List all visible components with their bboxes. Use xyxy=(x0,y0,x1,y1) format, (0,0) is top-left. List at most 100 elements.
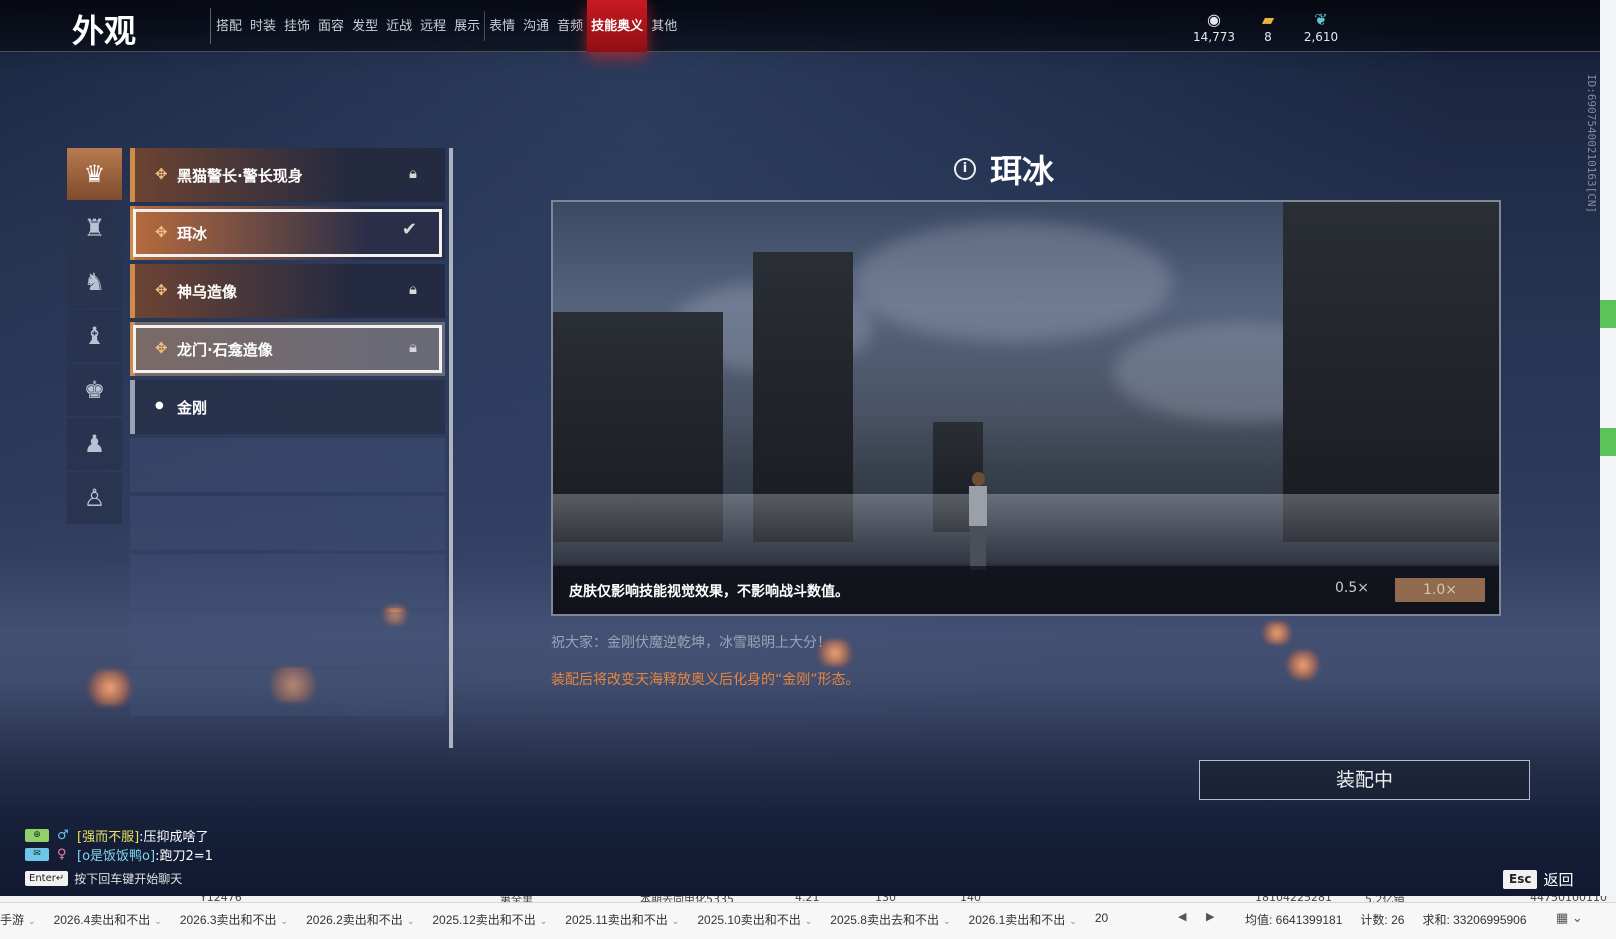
sheet-tab-label: 2025.10卖出和不出 xyxy=(697,913,801,927)
tab-yuancheng[interactable]: 远程 xyxy=(416,0,450,52)
rarity-gem-icon: ✥ xyxy=(155,339,168,357)
sheet-tab[interactable]: 2025.8卖出去和不出 ⌄ xyxy=(830,911,964,928)
chevron-down-icon: ⌄ xyxy=(671,916,680,926)
rarity-gem-icon: ✥ xyxy=(155,223,168,241)
category-character-1[interactable]: ♛ xyxy=(67,148,122,200)
skin-item[interactable]: ✥ 黑猫警长·警长现身 🔒︎ xyxy=(130,148,445,202)
sheet-tab[interactable]: 2025.10卖出和不出 ⌄ xyxy=(697,911,826,928)
lantern-glow xyxy=(1260,622,1294,644)
stat-sum: 求和: 33206995906 xyxy=(1422,913,1527,927)
title-divider xyxy=(210,8,211,44)
sheet-tab[interactable]: 手游 ⌄ xyxy=(0,911,50,928)
preview-snow-ground xyxy=(553,494,1499,564)
skin-item-hovered[interactable]: ✥ 龙门·石龛造像 🔒︎ xyxy=(130,322,445,376)
tab-mianrong[interactable]: 面容 xyxy=(314,0,348,52)
skin-name: 珥冰 xyxy=(177,225,208,243)
category-character-3[interactable]: ♞ xyxy=(67,256,122,308)
character-portrait-icon: ♞ xyxy=(83,268,106,296)
preview-cliff xyxy=(1283,202,1499,542)
tab-jinzhan[interactable]: 近战 xyxy=(382,0,416,52)
lantern-glow xyxy=(1285,650,1321,680)
tab-guashi[interactable]: 挂饰 xyxy=(280,0,314,52)
coin-stack-icon: ◉ xyxy=(1207,10,1221,29)
currency-tickets: ▰ 8 xyxy=(1238,10,1298,44)
chat-sender[interactable]: [强而不服] xyxy=(77,826,139,845)
tab-biaoqing[interactable]: 表情 xyxy=(485,0,519,52)
category-character-5[interactable]: ♚ xyxy=(67,364,122,416)
equip-button[interactable]: 装配中 xyxy=(1199,760,1530,800)
character-portrait-icon: ♝ xyxy=(83,322,106,350)
enter-key-icon: Enter↵ xyxy=(25,871,69,886)
preview-caption-bar: 皮肤仅影响技能视觉效果，不影响战斗数值。 0.5× 1.0× xyxy=(553,566,1499,614)
sheet-tab-label: 2025.8卖出去和不出 xyxy=(830,913,939,927)
sheet-tab[interactable]: 2026.2卖出和不出 ⌄ xyxy=(306,911,428,928)
tab-goutong[interactable]: 沟通 xyxy=(519,0,553,52)
skin-list-scrollbar[interactable] xyxy=(449,148,453,748)
currency-coins: ◉ 14,773 xyxy=(1184,10,1244,44)
back-button[interactable]: Esc 返回 xyxy=(1503,869,1573,890)
chevron-down-icon: ⌄ xyxy=(804,916,813,926)
skin-item[interactable]: ● 金刚 xyxy=(130,380,445,434)
sheet-tab-label: 2025.12卖出和不出 xyxy=(432,913,536,927)
sheet-tab-label: 2025.11卖出和不出 xyxy=(565,913,668,927)
sheet-tab[interactable]: 2025.12卖出和不出 ⌄ xyxy=(432,911,561,928)
sheet-tab[interactable]: 2026.3卖出和不出 ⌄ xyxy=(180,911,302,928)
build-id: ID:6907540021016​3[CN] xyxy=(1585,74,1598,214)
selection-stats: 均值: 6641399181 计数: 26 求和: 33206995906 xyxy=(1245,911,1545,928)
tab-qita[interactable]: 其他 xyxy=(647,0,681,52)
currency-coins-value: 14,773 xyxy=(1193,30,1235,44)
grid-view-icon[interactable]: ▦ ⌄ xyxy=(1556,910,1583,926)
skin-item-selected[interactable]: ✥ 珥冰 ✔ xyxy=(130,206,445,260)
chevron-left-icon[interactable]: ◀ xyxy=(1178,910,1186,923)
sheet-tab[interactable]: 20 xyxy=(1095,911,1122,928)
category-tabs: 搭配 时装 挂饰 面容 发型 近战 远程 展示 表情 沟通 音频 技能奥义 其他 xyxy=(212,0,681,52)
category-character-4[interactable]: ♝ xyxy=(67,310,122,362)
chevron-right-icon[interactable]: ▶ xyxy=(1206,910,1214,923)
tab-zhanshi[interactable]: 展示 xyxy=(450,0,484,52)
sheet-tab[interactable]: 2026.1卖出和不出 ⌄ xyxy=(969,911,1091,928)
character-legs xyxy=(970,526,986,570)
category-character-6[interactable]: ♟ xyxy=(67,418,122,470)
speed-half-button[interactable]: 0.5× xyxy=(1335,580,1369,596)
skin-item[interactable]: ✥ 神乌造像 🔒︎ xyxy=(130,264,445,318)
skin-name: 黑猫警长·警长现身 xyxy=(177,167,303,185)
character-body xyxy=(969,486,987,526)
stat-average: 均值: 6641399181 xyxy=(1245,913,1343,927)
chevron-down-icon: ⌄ xyxy=(280,916,289,926)
info-icon[interactable]: i xyxy=(954,158,976,180)
chat-panel: ⊕ ♂ [强而不服] :压抑成啥了 ✉ ♀ [o是饭饭鸭o] :跑刀2=1 En… xyxy=(25,826,213,887)
chevron-down-icon: ⌄ xyxy=(943,916,951,926)
lock-icon: 🔒︎ xyxy=(409,164,417,182)
tab-shizhuang[interactable]: 时装 xyxy=(246,0,280,52)
preview-caption-text: 皮肤仅影响技能视觉效果，不影响战斗数值。 xyxy=(569,584,849,600)
rarity-gem-icon: ✥ xyxy=(155,281,168,299)
feather-icon: ❦ xyxy=(1314,10,1328,29)
currency-tickets-value: 8 xyxy=(1264,30,1272,44)
tab-faxing[interactable]: 发型 xyxy=(348,0,382,52)
character-portrait-icon: ♙ xyxy=(83,484,106,512)
sheet-tab-label: 2026.2卖出和不出 xyxy=(306,913,403,927)
chat-input-hint[interactable]: Enter↵ 按下回车键开始聊天 xyxy=(25,870,213,887)
world-channel-icon: ⊕ xyxy=(25,829,49,842)
ticket-icon: ▰ xyxy=(1261,10,1275,29)
tab-skill-ultimate[interactable]: 技能奥义 xyxy=(587,0,648,52)
sheet-tab-label: 2026.1卖出和不出 xyxy=(968,913,1066,927)
tab-dapei[interactable]: 搭配 xyxy=(212,0,246,52)
external-window-edge-mark xyxy=(1600,300,1616,328)
speed-one-button[interactable]: 1.0× xyxy=(1395,578,1485,602)
empty-slot xyxy=(130,670,445,716)
back-label: 返回 xyxy=(1543,871,1574,889)
character-portrait-icon: ♛ xyxy=(83,160,106,188)
chat-message: ✉ ♀ [o是饭饭鸭o] :跑刀2=1 xyxy=(25,845,213,864)
chat-sender[interactable]: [o是饭饭鸭o] xyxy=(77,845,155,864)
category-character-7[interactable]: ♙ xyxy=(67,472,122,524)
stat-count: 计数: 26 xyxy=(1360,913,1405,927)
sheet-tab[interactable]: 2026.4卖出和不出 ⌄ xyxy=(54,911,176,928)
sheet-tab-label: 2026.4卖出和不出 xyxy=(53,913,151,927)
esc-key-icon: Esc xyxy=(1503,870,1538,889)
tab-yinpin[interactable]: 音频 xyxy=(553,0,587,52)
top-bar: 外观 搭配 时装 挂饰 面容 发型 近战 远程 展示 表情 沟通 音频 技能奥义… xyxy=(0,0,1600,52)
category-character-2[interactable]: ♜ xyxy=(67,202,122,254)
sheet-tab[interactable]: 2025.11卖出和不出 ⌄ xyxy=(565,911,693,928)
skin-list: ✥ 黑猫警长·警长现身 🔒︎ ✥ 珥冰 ✔ ✥ 神乌造像 🔒︎ ✥ 龙门·石龛造… xyxy=(130,148,445,720)
